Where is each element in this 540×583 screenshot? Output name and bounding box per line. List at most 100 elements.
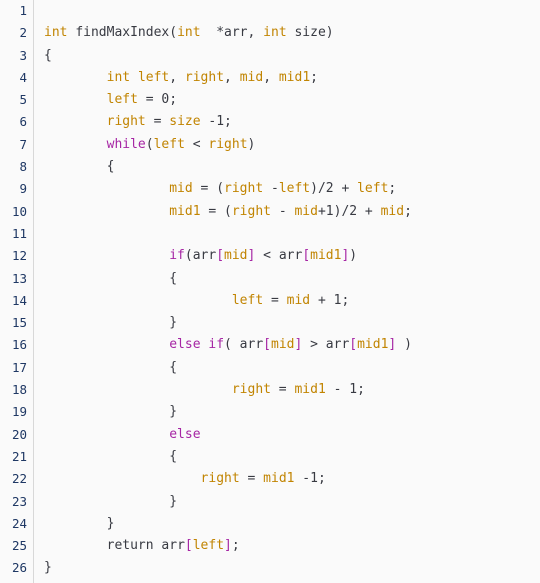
code-token-typ: int (263, 25, 287, 41)
code-token-var: right (106, 114, 146, 130)
code-line[interactable] (44, 223, 540, 245)
line-number: 22 (11, 471, 27, 487)
code-token-pln: ) (349, 248, 358, 264)
code-line[interactable]: { (44, 357, 540, 379)
code-token-pln: { (44, 448, 178, 464)
code-line[interactable]: { (44, 446, 540, 468)
line-number: 15 (11, 315, 27, 331)
line-number: 18 (11, 382, 27, 398)
code-token-var: left (106, 92, 138, 108)
code-line[interactable]: else if( arr[mid] > arr[mid1] ) (44, 334, 540, 356)
code-line[interactable]: return arr[left]; (44, 535, 540, 557)
code-token-num: 2 (349, 203, 358, 219)
code-line[interactable]: while(left < right) (44, 134, 540, 156)
code-token-var: right (224, 181, 264, 197)
code-token-brk: [ (302, 248, 311, 264)
code-token-var: mid1 (294, 382, 326, 398)
code-token-pln (44, 382, 232, 397)
code-token-pln: size) (286, 25, 334, 41)
code-content-area[interactable]: int findMaxIndex(int *arr, int size) { in… (35, 0, 540, 583)
code-token-typ: int (44, 25, 68, 41)
code-token-var: left (192, 538, 225, 554)
line-number: 20 (11, 426, 27, 442)
code-line[interactable]: } (44, 557, 540, 579)
code-token-pln: + (317, 203, 326, 219)
code-token-var: right (231, 203, 271, 219)
code-token-var: mid (286, 292, 311, 308)
code-token-pln: + (333, 181, 358, 197)
code-line[interactable]: if(arr[mid] < arr[mid1]) (44, 245, 540, 267)
code-editor[interactable]: 1 2 3 4 5 6 7 8 9 10 11 12 13 14 15 16 17 18 19 20 21 22 23 24 2… (0, 0, 540, 583)
code-token-kw: if (169, 248, 185, 264)
code-token-var: mid1 (310, 248, 342, 264)
code-line[interactable]: int left, right, mid, mid1; (44, 67, 540, 89)
code-token-brk: [ (349, 337, 358, 353)
code-line[interactable]: int findMaxIndex(int *arr, int size) (44, 22, 540, 44)
code-token-pln: )/ (310, 181, 326, 197)
code-token-var: mid (380, 203, 405, 219)
code-token-kw: while (106, 136, 146, 152)
code-line[interactable]: } (44, 491, 540, 513)
code-token-pln: )/ (333, 203, 350, 219)
code-token-pln: } (44, 404, 178, 420)
line-number: 26 (11, 560, 27, 576)
code-token-pln: return (106, 538, 154, 554)
code-token-pln: ( arr (224, 337, 264, 353)
code-line[interactable]: } (44, 312, 540, 334)
code-token-pln: > arr (302, 337, 350, 353)
code-line[interactable]: mid1 = (right - mid+1)/2 + mid; (44, 201, 540, 223)
code-token-var: left (278, 181, 311, 197)
code-token-pln: - (294, 471, 311, 487)
code-token-pln: ; (169, 92, 178, 108)
line-number: 25 (11, 538, 27, 554)
code-line[interactable]: { (44, 45, 540, 67)
code-token-pln: , (263, 69, 279, 85)
code-token-var: mid1 (169, 203, 201, 219)
code-token-pln (44, 471, 201, 486)
code-token-pln: *arr, (200, 25, 264, 41)
code-line[interactable] (44, 0, 540, 22)
line-number: 8 (19, 159, 27, 175)
code-token-pln: ; (404, 203, 412, 219)
code-token-pln: { (44, 47, 52, 63)
code-token-pln: = ( (200, 203, 232, 219)
code-token-pln: = ( (192, 181, 225, 197)
code-token-var: left (357, 181, 389, 197)
code-line[interactable]: right = size -1; (44, 111, 540, 133)
line-number: 7 (19, 136, 27, 152)
code-line[interactable]: right = mid1 -1; (44, 468, 540, 490)
code-token-pln: < (184, 136, 209, 152)
code-token-pln: } (44, 515, 115, 531)
code-line[interactable]: left = 0; (44, 89, 540, 111)
code-token-kw: else (169, 426, 201, 442)
code-line[interactable]: } (44, 513, 540, 535)
code-token-pln (130, 70, 138, 85)
code-token-brk: [ (184, 538, 193, 554)
code-token-pln (44, 427, 169, 442)
code-token-pln (44, 70, 107, 85)
code-token-var: right (231, 382, 271, 398)
code-line[interactable]: left = mid + 1; (44, 290, 540, 312)
line-number: 1 (19, 3, 27, 18)
code-token-pln: - (200, 114, 217, 130)
code-token-pln: , (169, 69, 185, 85)
code-token-pln: arr (153, 538, 185, 554)
code-token-var: right (200, 471, 240, 487)
code-token-var: mid1 (278, 69, 311, 85)
code-token-pln: = (137, 92, 162, 108)
code-line[interactable]: else (44, 424, 540, 446)
code-token-pln: { (44, 270, 178, 286)
code-token-num: 2 (325, 181, 334, 197)
code-line[interactable]: right = mid1 - 1; (44, 379, 540, 401)
code-token-pln (44, 538, 107, 553)
code-line[interactable]: { (44, 156, 540, 178)
code-token-pln: = (270, 382, 295, 398)
code-line[interactable]: mid = (right -left)/2 + left; (44, 178, 540, 200)
code-line[interactable]: } (44, 401, 540, 423)
code-token-pln: = (263, 292, 287, 308)
code-token-pln: { (44, 359, 178, 375)
line-number: 10 (11, 203, 27, 219)
code-token-pln: - (263, 181, 279, 197)
code-token-var: mid (239, 69, 264, 85)
code-line[interactable]: { (44, 268, 540, 290)
